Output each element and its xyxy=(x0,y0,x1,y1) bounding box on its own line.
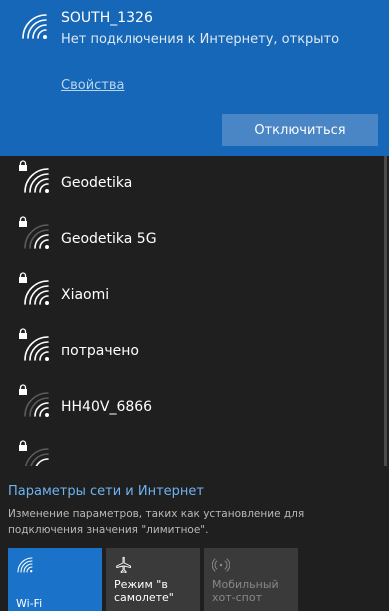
airplane-icon xyxy=(114,556,132,574)
airplane-mode-tile[interactable]: Режим "в самолете" xyxy=(106,548,200,611)
network-item[interactable]: Xiaomi xyxy=(0,268,389,324)
network-name: Geodetika 5G xyxy=(61,231,157,247)
properties-link[interactable]: Свойства xyxy=(61,78,125,93)
network-item[interactable]: Geodetika xyxy=(0,156,389,212)
connected-network[interactable]: SOUTH_1326 Нет подключения к Интернету, … xyxy=(0,0,389,156)
wifi-icon xyxy=(16,556,34,574)
network-name: Xiaomi xyxy=(61,287,110,303)
lock-icon xyxy=(18,160,28,172)
hotspot-icon xyxy=(212,556,230,574)
network-item[interactable]: потрачено xyxy=(0,324,389,380)
disconnect-button[interactable]: Отключиться xyxy=(222,114,378,146)
wifi-icon xyxy=(20,12,50,42)
airplane-tile-label: Режим "в самолете" xyxy=(114,578,174,604)
wifi-toggle-tile[interactable]: Wi-Fi xyxy=(8,548,102,611)
network-settings-link[interactable]: Параметры сети и Интернет xyxy=(8,484,204,499)
lock-icon xyxy=(18,272,28,284)
lock-icon xyxy=(18,384,28,396)
secured-wifi-icon xyxy=(19,328,52,364)
scrollbar[interactable] xyxy=(384,156,387,466)
connected-network-status: Нет подключения к Интернету, открыто xyxy=(61,32,340,47)
mobile-hotspot-tile[interactable]: Мобильный хот-спот xyxy=(204,548,298,611)
secured-wifi-icon xyxy=(19,272,52,308)
network-name: потрачено xyxy=(61,343,139,359)
secured-wifi-icon xyxy=(19,216,52,252)
secured-wifi-icon xyxy=(19,440,52,466)
network-settings-description: Изменение параметров, таких как установл… xyxy=(8,508,305,536)
connected-network-name: SOUTH_1326 xyxy=(61,10,153,26)
hotspot-tile-label: Мобильный хот-спот xyxy=(212,578,279,604)
network-name: HH40V_6866 xyxy=(61,399,153,415)
secured-wifi-icon xyxy=(19,160,52,196)
network-name: Geodetika xyxy=(61,175,133,191)
network-item-partial[interactable] xyxy=(0,436,389,466)
secured-wifi-icon xyxy=(19,384,52,420)
lock-icon xyxy=(18,440,28,452)
network-item[interactable]: HH40V_6866 xyxy=(0,380,389,436)
lock-icon xyxy=(18,328,28,340)
wifi-tile-label: Wi-Fi xyxy=(16,597,43,610)
network-item[interactable]: Geodetika 5G xyxy=(0,212,389,268)
lock-icon xyxy=(18,216,28,228)
